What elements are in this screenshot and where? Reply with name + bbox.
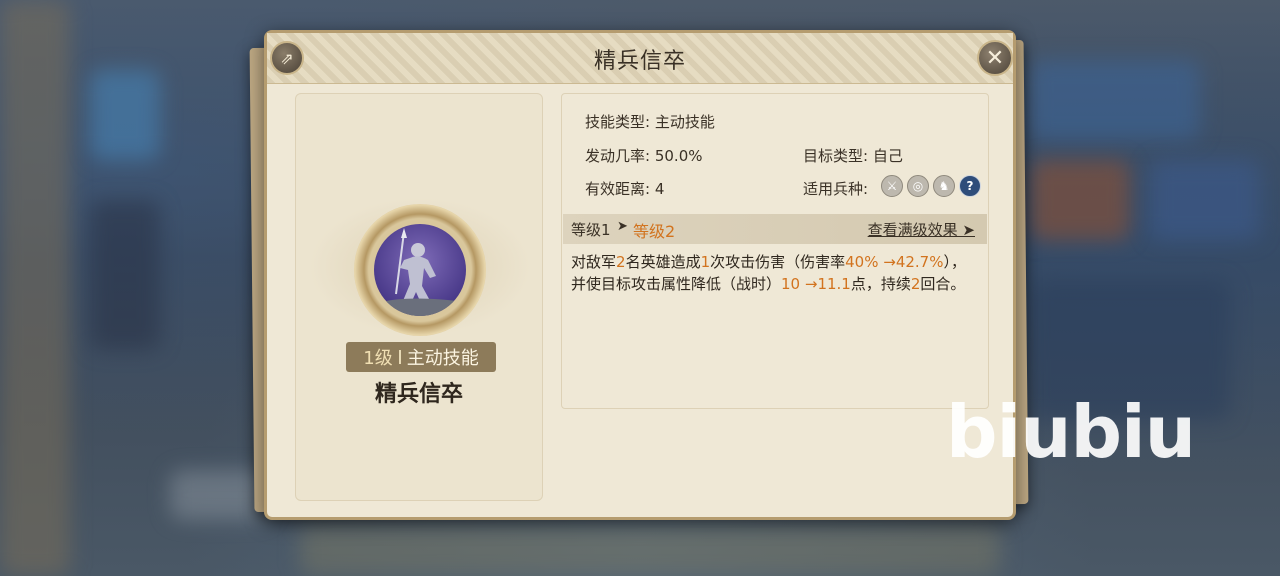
level-bar: 等级1 ➤ 等级2 查看满级效果 ➤ (563, 214, 987, 244)
desc-number: 40% →42.7% (845, 253, 944, 271)
skill-name: 精兵信卒 (374, 382, 463, 407)
desc-number: 2 (910, 275, 921, 293)
skill-type: 主动技能 (406, 348, 479, 369)
background-tile (90, 70, 160, 160)
target-row: 目标类型: 自己 (803, 145, 903, 166)
desc-number: 10 →11.1 (781, 275, 851, 293)
dialog-header: ⇗ 精兵信卒 ✕ (267, 33, 1013, 84)
target-value: 自己 (872, 147, 903, 165)
skill-level-tag: 1级 主动技能 (346, 342, 496, 372)
skill-detail-dialog: ⇗ 精兵信卒 ✕ 1级 主动技能 精兵信卒 技能类型: 主动技能 发动几率: 5… (264, 30, 1016, 520)
desc-number: 1 (700, 253, 711, 271)
desc-text: 名英雄造成 (625, 253, 701, 271)
unit-icons: ⚔ ◎ ♞ ? (881, 175, 981, 197)
dialog-title: 精兵信卒 (593, 49, 686, 74)
chance-value: 50.0% (654, 147, 703, 165)
target-label: 目标类型: (803, 147, 869, 165)
soldier-icon (374, 224, 466, 316)
skill-card: 1级 主动技能 精兵信卒 (295, 93, 543, 501)
background-tile (90, 200, 160, 350)
range-value: 4 (654, 180, 665, 198)
background-tile (300, 525, 1000, 576)
desc-text: 点，持续 (850, 275, 911, 293)
skill-type-row: 技能类型: 主动技能 (585, 111, 715, 132)
units-label: 适用兵种: (803, 180, 869, 198)
skill-type-value: 主动技能 (654, 113, 715, 131)
sword-icon[interactable]: ⚔ (881, 175, 903, 197)
arrow-icon: ➤ (617, 219, 628, 234)
skill-type-label: 技能类型: (585, 113, 651, 131)
background-tile (1030, 160, 1130, 240)
horse-icon[interactable]: ♞ (933, 175, 955, 197)
desc-text: 回合。 (920, 275, 966, 293)
level-from: 等级1 (571, 221, 611, 239)
chance-label: 发动几率: (585, 147, 651, 165)
divider (398, 350, 401, 364)
chance-row: 发动几率: 50.0% (585, 145, 703, 166)
background-tile (1150, 160, 1260, 240)
view-max-level-link[interactable]: 查看满级效果 ➤ (868, 219, 975, 240)
close-button[interactable]: ✕ (977, 40, 1013, 76)
skill-description: 对敌军2名英雄造成1次攻击伤害（伤害率40% →42.7%），并使目标攻击属性降… (571, 251, 975, 295)
close-icon: ✕ (985, 45, 1005, 71)
skill-level: 1级 (363, 348, 393, 369)
range-label: 有效距离: (585, 180, 651, 198)
background-left-strip (0, 0, 70, 576)
desc-number: 2 (616, 253, 626, 271)
watermark: biubiu (946, 390, 1196, 474)
level-to: 等级2 (633, 222, 676, 241)
range-row: 有效距离: 4 (585, 178, 664, 199)
desc-text: 次攻击伤害（伤害率 (710, 253, 846, 271)
background-tile (1030, 60, 1200, 140)
desc-text: 对敌军 (571, 253, 617, 271)
target-icon[interactable]: ◎ (907, 175, 929, 197)
help-icon[interactable]: ? (959, 175, 981, 197)
